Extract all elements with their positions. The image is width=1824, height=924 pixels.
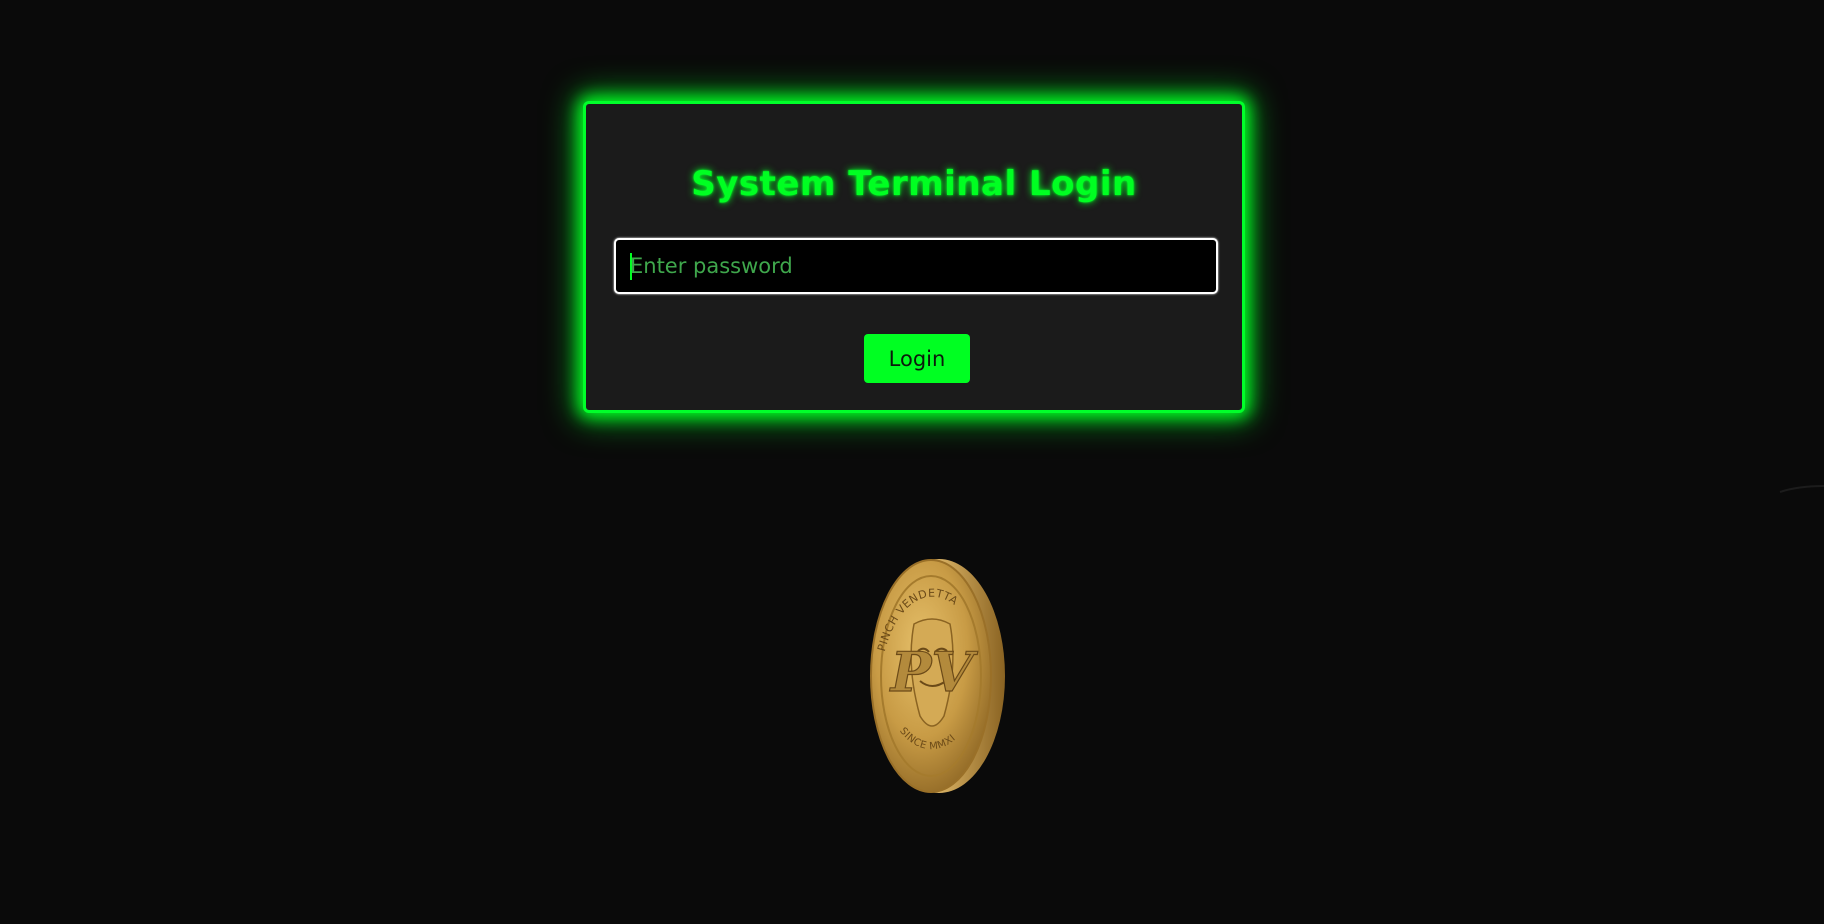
coin-monogram: PV: [889, 640, 979, 704]
text-cursor: [630, 253, 632, 280]
login-panel: System Terminal Login Login: [583, 101, 1245, 413]
password-input[interactable]: [614, 238, 1218, 294]
stray-stroke-decoration: [1779, 485, 1824, 493]
login-button[interactable]: Login: [864, 334, 970, 383]
login-title: System Terminal Login: [691, 164, 1137, 204]
coin-logo-image: PV PINCH VENDETTA SINCE MMXI: [870, 559, 1005, 793]
